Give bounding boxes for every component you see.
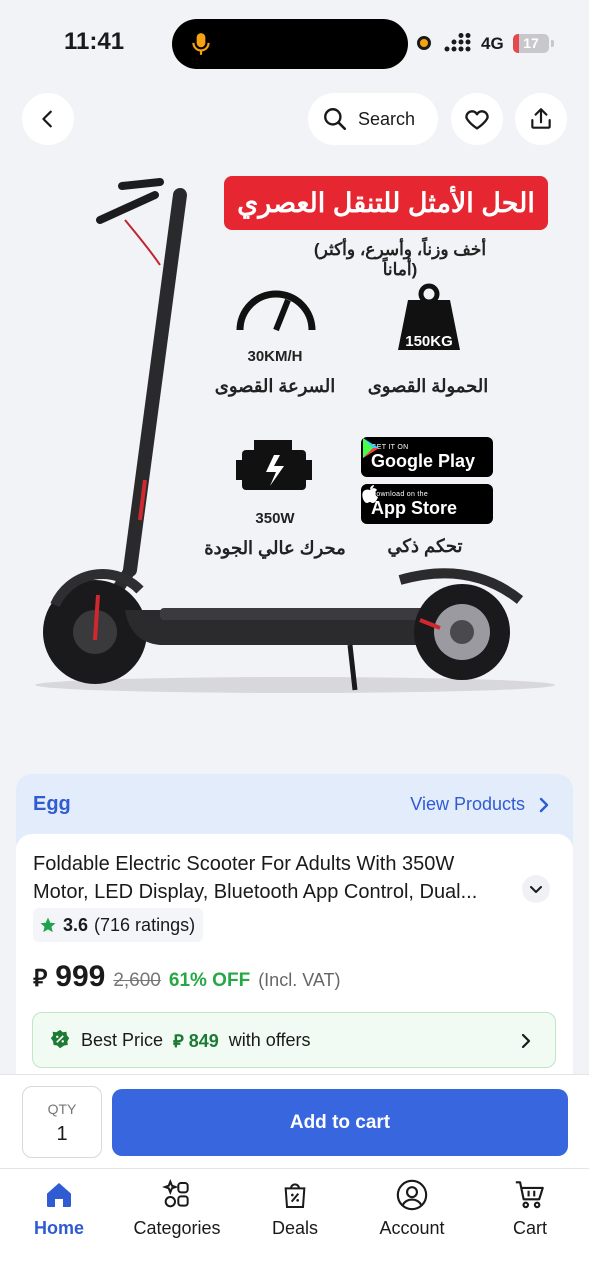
cart-icon [515,1181,544,1209]
quantity-value: 1 [56,1123,68,1145]
recording-indicator-icon [417,36,431,50]
discount-badge-icon [50,1029,70,1049]
load-label: الحمولة القصوى [367,376,489,396]
chevron-left-icon [42,110,52,128]
load-value: 150KG [405,333,453,350]
nav-account[interactable]: Account [357,1177,467,1239]
wishlist-button[interactable] [451,93,503,145]
product-image[interactable]: الحل الأمثل للتنقل العصري (أخف وزناً، وأ… [0,150,589,770]
product-details-card: Foldable Electric Scooter For Adults Wit… [16,834,573,1079]
add-to-cart-bar: QTY 1 Add to cart [0,1074,589,1168]
discount-badge: 61% OFF [168,970,251,991]
quantity-selector[interactable]: QTY 1 [22,1086,102,1158]
rating-score: 3.6 [63,914,89,935]
speed-label: السرعة القصوى [214,376,336,396]
signal-icon [444,33,471,52]
status-bar: 11:41 4G 17 [0,0,589,88]
best-price-value: ⃁ 849 [173,1030,219,1051]
battery-level: 17 [523,35,539,51]
search-button[interactable]: Search [308,93,438,145]
nav-account-label: Account [379,1218,445,1238]
battery-icon: 17 [513,34,549,53]
app-store-badge: Download on the App Store [361,484,493,524]
quantity-label: QTY [47,1101,77,1117]
view-products-link[interactable]: View Products [410,794,525,815]
star-icon [40,917,56,933]
account-icon [396,1179,428,1211]
scooter-illustration [35,178,555,693]
best-price-suffix: with offers [228,1029,311,1050]
speed-value: 30KM/H [247,348,303,365]
back-button[interactable] [22,93,74,145]
apple-icon [362,485,378,503]
current-price: 999 [55,960,106,993]
categories-icon [162,1179,189,1208]
nav-categories-label: Categories [133,1218,221,1238]
google-play-icon [363,438,379,458]
original-price: 2,600 [113,970,161,991]
currency-symbol: ⃁ [33,965,48,992]
chevron-down-icon [530,886,542,893]
nav-home-label: Home [33,1218,84,1238]
home-icon [47,1183,71,1207]
nav-deals-label: Deals [271,1218,319,1238]
promo-headline: الحل الأمثل للتنقل العصري [224,176,548,230]
nav-cart[interactable]: Cart [475,1177,585,1239]
add-to-cart-button[interactable]: Add to cart [112,1089,568,1156]
smart-control-label: تحكم ذكي [387,536,463,556]
motor-label: محرك عالي الجودة [204,538,346,558]
nav-deals[interactable]: Deals [240,1177,350,1239]
motor-value: 350W [255,510,295,527]
nav-categories[interactable]: Categories [122,1177,232,1239]
expand-title-button[interactable] [522,875,550,903]
bottom-nav: Home Categories Deals Account Cart [0,1168,589,1280]
ratings-count: (716 ratings) [94,914,196,935]
heart-icon [465,110,489,130]
rating-badge[interactable]: 3.6 (716 ratings) [33,908,204,942]
network-type: 4G [481,34,504,53]
nav-home[interactable]: Home [4,1177,114,1239]
google-play-badge: GET IT ON Google Play [361,437,493,477]
search-label: Search [358,108,416,129]
product-title: Foldable Electric Scooter For Adults Wit… [33,853,478,903]
chevron-right-icon [539,797,549,813]
share-icon [531,108,551,129]
best-price-label: Best Price [81,1029,164,1050]
promo-subheadline: (أخف وزناً، وأسرع، وأكثر أماناً) [313,240,487,279]
chevron-right-icon [521,1033,531,1049]
share-button[interactable] [515,93,567,145]
vat-note: (Incl. VAT) [258,970,341,990]
microphone-icon [192,33,210,55]
search-icon [324,108,347,131]
best-price-offer[interactable]: Best Price ⃁ 849 with offers [32,1012,556,1068]
deals-icon [284,1183,306,1208]
price-row: ⃁ 999 2,600 61% OFF (Incl. VAT) [33,960,341,994]
dynamic-island [172,19,408,69]
nav-cart-label: Cart [512,1218,547,1238]
status-time: 11:41 [64,28,125,55]
seller-name[interactable]: Egg [33,793,71,816]
